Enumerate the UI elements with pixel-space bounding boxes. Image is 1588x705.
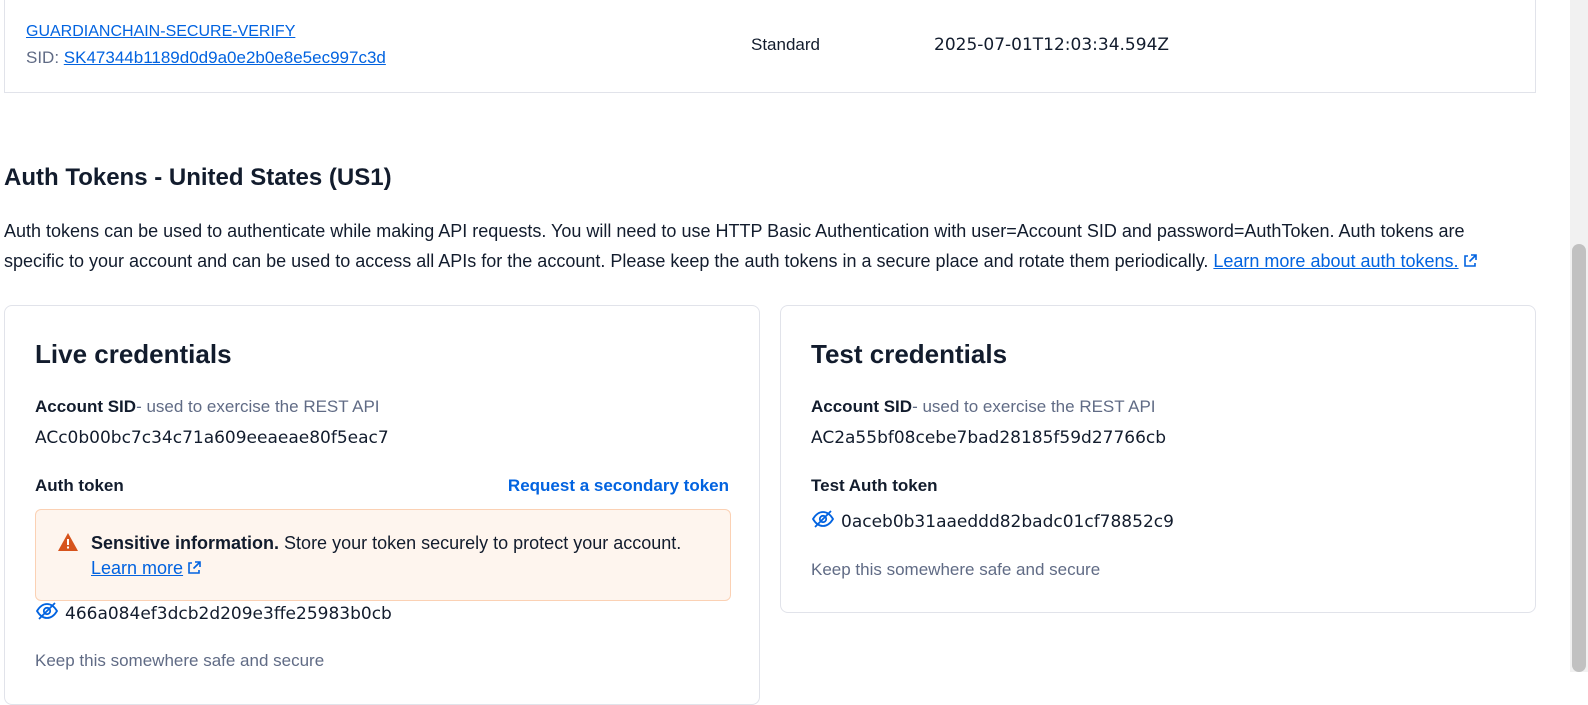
test-account-sid-value: AC2a55bf08cebe7bad28185f59d27766cb <box>811 428 1167 448</box>
alert-message: Sensitive information. Store your token … <box>91 531 711 583</box>
request-secondary-token-button[interactable]: Request a secondary token <box>508 476 729 496</box>
live-account-sid-value: ACc0b00bc7c34c71a609eeaeae80f5eac7 <box>35 428 389 448</box>
test-auth-token-row: 0aceb0b31aaeddd82badc01cf78852c9 <box>811 510 1174 533</box>
api-key-table-row: GUARDIANCHAIN-SECURE-VERIFY SID: SK47344… <box>4 0 1536 93</box>
test-account-sid-label-row: Account SID- used to exercise the REST A… <box>811 397 1156 417</box>
api-key-date-created: 2025-07-01T12:03:34.594Z <box>934 35 1170 55</box>
live-account-sid-label: Account SID <box>35 397 137 416</box>
api-key-name-link[interactable]: GUARDIANCHAIN-SECURE-VERIFY <box>26 23 295 41</box>
sensitive-info-alert: Sensitive information. Store your token … <box>35 509 731 601</box>
test-credentials-card: Test credentials Account SID- used to ex… <box>780 305 1536 613</box>
warning-icon <box>57 532 79 557</box>
external-link-icon <box>186 558 202 583</box>
test-account-sid-hint: - used to exercise the REST API <box>912 397 1156 416</box>
alert-title: Sensitive information. <box>91 533 280 553</box>
alert-body: Store your token securely to protect you… <box>279 533 682 553</box>
eye-slash-icon[interactable] <box>35 602 59 625</box>
scrollbar-thumb[interactable] <box>1572 244 1586 672</box>
external-link-icon <box>1462 248 1478 278</box>
live-keep-safe-note: Keep this somewhere safe and secure <box>35 651 325 670</box>
test-auth-token-value: 0aceb0b31aaeddd82badc01cf78852c9 <box>841 511 1174 532</box>
api-key-sid-label: SID: <box>26 48 64 67</box>
api-key-sid-link[interactable]: SK47344b1189d0d9a0e2b0e8e5ec997c3d <box>64 48 386 67</box>
live-credentials-title: Live credentials <box>35 339 232 369</box>
live-auth-token-label: Auth token <box>35 476 124 495</box>
test-credentials-title: Test credentials <box>811 339 1008 369</box>
page-scrollbar[interactable] <box>1570 0 1588 672</box>
live-account-sid-label-row: Account SID- used to exercise the REST A… <box>35 397 380 417</box>
api-key-type: Standard <box>751 35 820 54</box>
test-auth-token-label: Test Auth token <box>811 476 938 495</box>
live-account-sid-hint: - used to exercise the REST API <box>136 397 380 416</box>
auth-tokens-description: Auth tokens can be used to authenticate … <box>4 216 1524 278</box>
test-keep-safe-note: Keep this somewhere safe and secure <box>811 560 1101 579</box>
eye-slash-icon[interactable] <box>811 510 835 533</box>
live-auth-token-value: 466a084ef3dcb2d209e3ffe25983b0cb <box>65 603 392 624</box>
api-key-sid: SID: SK47344b1189d0d9a0e2b0e8e5ec997c3d <box>26 48 386 68</box>
test-account-sid-label: Account SID <box>811 397 913 416</box>
live-credentials-card: Live credentials Account SID- used to ex… <box>4 305 760 705</box>
auth-tokens-title: Auth Tokens - United States (US1) <box>4 164 392 191</box>
live-auth-token-row: 466a084ef3dcb2d209e3ffe25983b0cb <box>35 602 392 625</box>
learn-more-auth-tokens-link[interactable]: Learn more about auth tokens. <box>1213 251 1458 271</box>
alert-learn-more-link[interactable]: Learn more <box>91 558 183 578</box>
